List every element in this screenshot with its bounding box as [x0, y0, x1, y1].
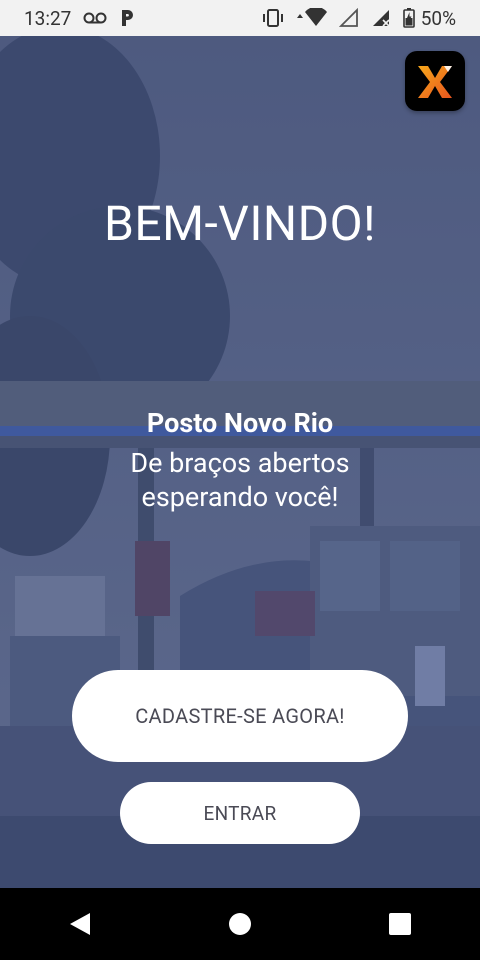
- system-navigation-bar: [0, 888, 480, 960]
- back-icon: [70, 913, 90, 935]
- tagline-line-2: esperando você!: [141, 481, 339, 513]
- place-name: Posto Novo Rio: [146, 407, 334, 439]
- status-left: 13:27: [24, 7, 135, 30]
- status-time: 13:27: [24, 6, 72, 30]
- battery-icon: [402, 8, 415, 28]
- no-signal-icon: [338, 8, 359, 28]
- tagline: De braços abertos esperando você!: [0, 446, 480, 514]
- battery-percent: 50%: [420, 6, 456, 30]
- mobile-signal-icon: [371, 8, 391, 28]
- status-bar: 13:27 50%: [0, 0, 480, 36]
- welcome-title: BEM-VINDO!: [103, 195, 377, 252]
- voicemail-icon: [83, 11, 107, 25]
- parking-app-icon: [119, 8, 135, 28]
- login-button[interactable]: ENTRAR: [120, 782, 360, 844]
- tagline-line-1: De braços abertos: [130, 447, 350, 479]
- recents-button[interactable]: [370, 894, 430, 954]
- recents-icon: [389, 913, 411, 935]
- home-icon: [229, 913, 251, 935]
- vibrate-icon: [261, 8, 285, 28]
- battery-status: 50%: [402, 6, 456, 30]
- status-right: 50%: [261, 7, 456, 30]
- wifi-icon: [296, 8, 327, 28]
- back-button[interactable]: [50, 894, 110, 954]
- x-logo-icon: [418, 66, 452, 98]
- home-button[interactable]: [210, 894, 270, 954]
- register-button[interactable]: CADASTRE-SE AGORA!: [72, 670, 408, 762]
- app-logo: [405, 51, 465, 111]
